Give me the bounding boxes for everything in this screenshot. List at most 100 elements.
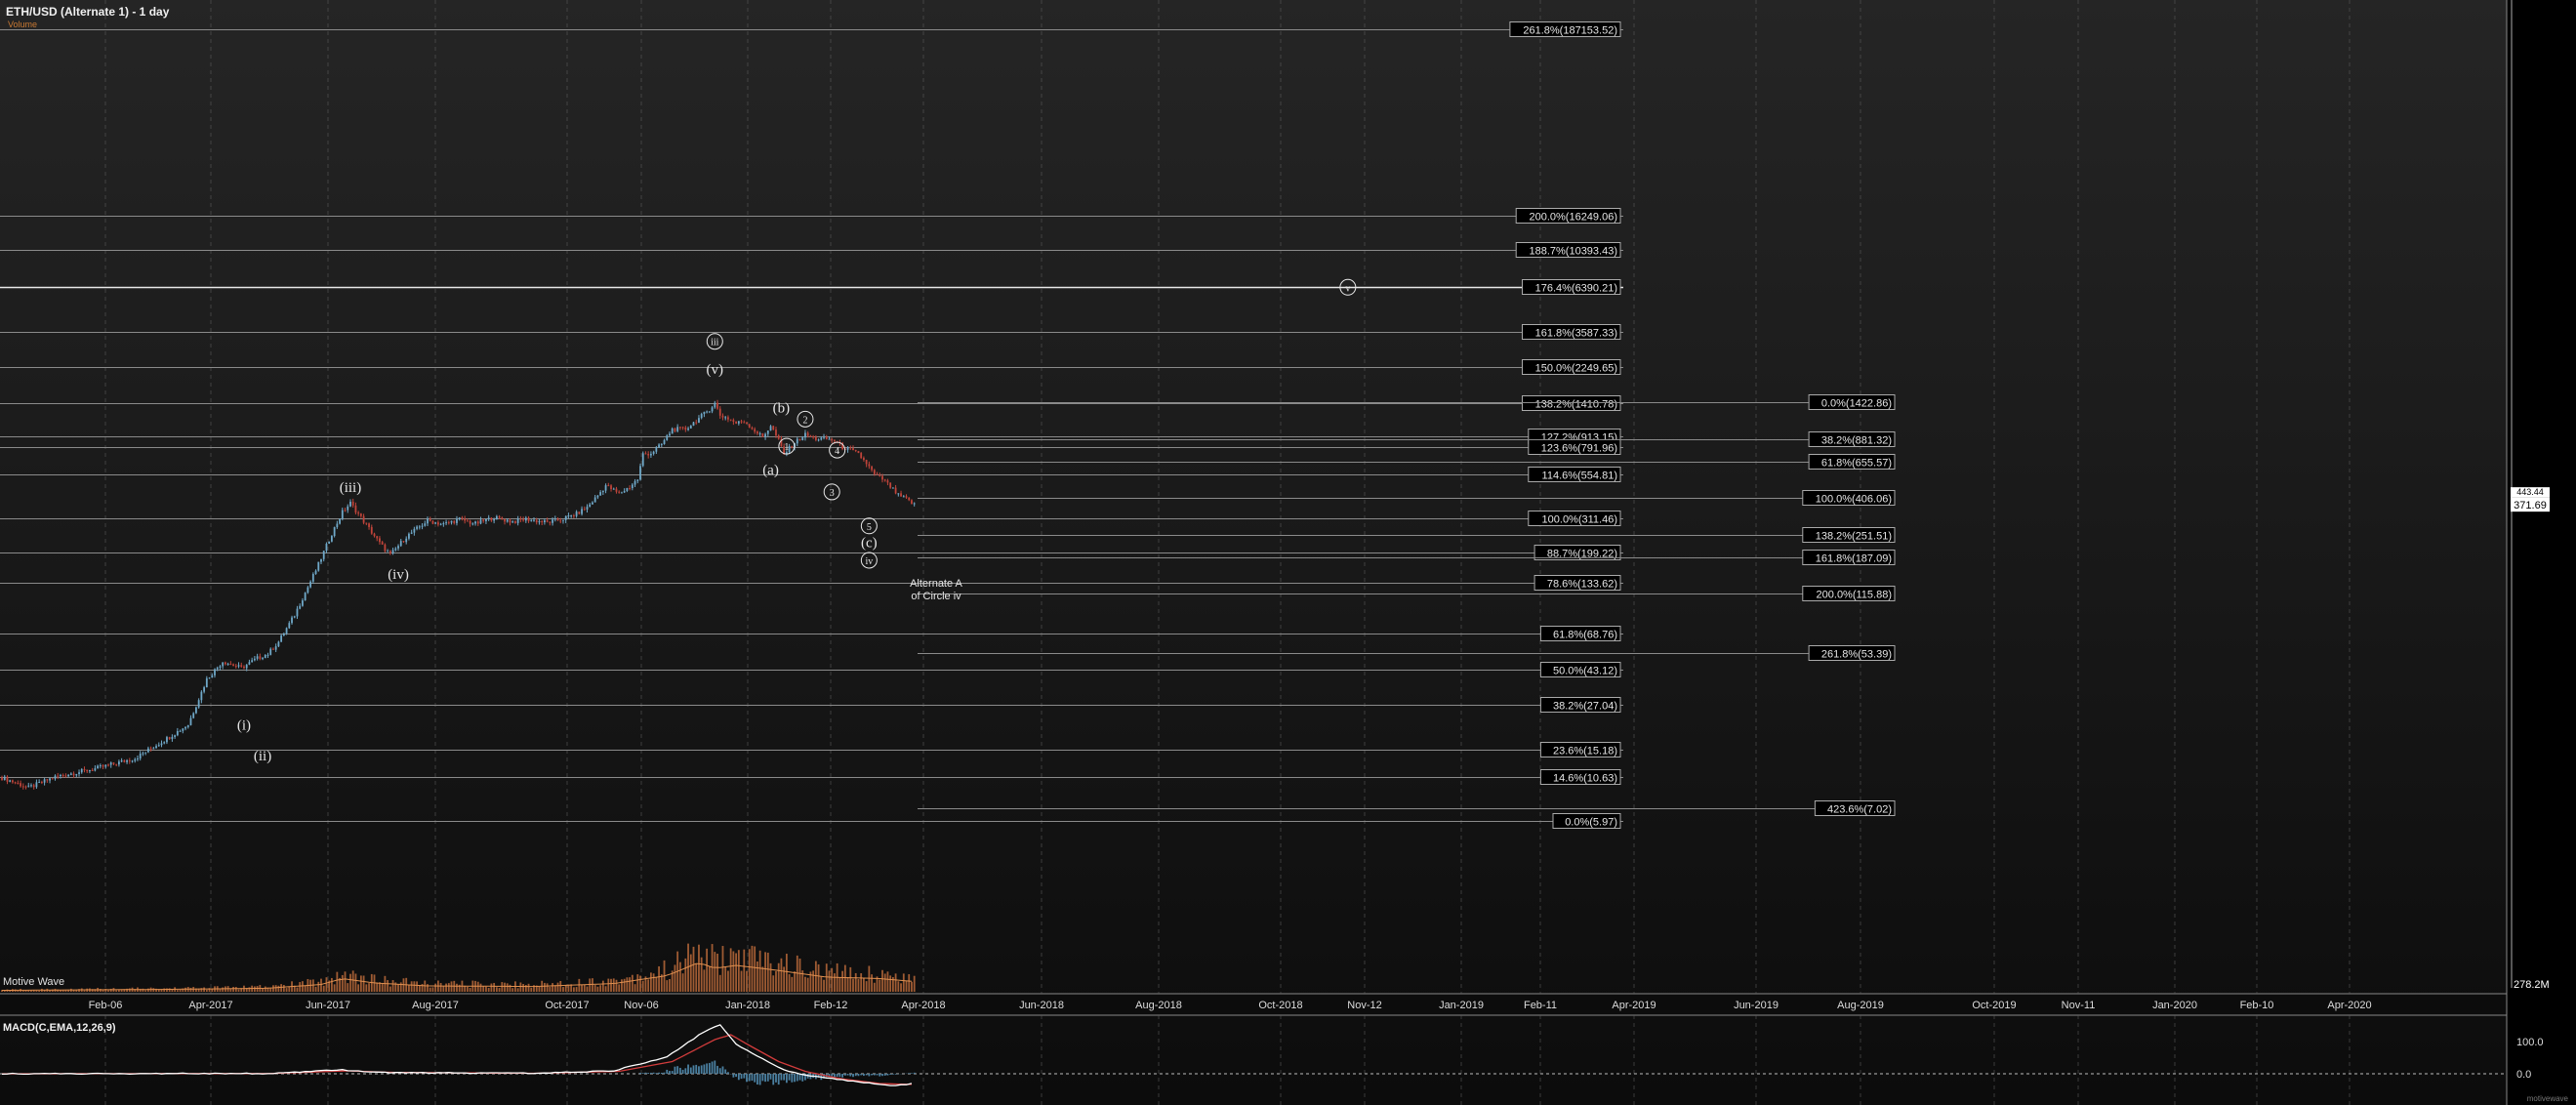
candle-body <box>309 581 311 588</box>
candle-body <box>549 521 552 523</box>
wave-label-15: v <box>1345 283 1350 294</box>
candle-body <box>678 427 681 429</box>
candle-body <box>572 515 575 517</box>
candle-body <box>97 765 99 769</box>
candle-body <box>493 519 496 521</box>
candle-body <box>689 426 692 429</box>
candle-body <box>102 765 104 767</box>
macd-hist-bar <box>831 1074 834 1077</box>
candle-body <box>660 443 663 445</box>
candle-body <box>727 417 729 420</box>
macd-hist-bar <box>684 1068 687 1074</box>
candle-body <box>796 438 798 444</box>
candle-body <box>586 507 589 511</box>
macd-hist-bar <box>775 1074 777 1083</box>
candle-body <box>708 411 711 413</box>
candle-body <box>650 453 652 456</box>
volume-bar <box>751 945 754 992</box>
candle-body <box>251 660 254 663</box>
candle-body <box>3 776 6 780</box>
volume-bar <box>325 977 328 992</box>
candle-body <box>38 782 41 784</box>
macd-hist-bar <box>761 1074 764 1082</box>
macd-hist-bar <box>908 1073 911 1074</box>
macd-hist-bar <box>671 1071 674 1074</box>
volume-bar <box>431 987 434 992</box>
volume-bar <box>203 987 205 992</box>
candle-body <box>538 520 541 523</box>
volume-bar <box>495 987 498 992</box>
candle-body <box>176 730 179 736</box>
candle-body <box>775 430 777 436</box>
candle-body <box>365 522 368 524</box>
macd-hist-bar <box>660 1072 663 1074</box>
volume-bar <box>897 981 900 992</box>
volume-bar <box>387 980 389 992</box>
candle-body <box>514 521 516 523</box>
volume-bar <box>706 948 709 992</box>
candle-body <box>828 438 831 440</box>
volume-bar <box>493 982 496 992</box>
macd-hist-bar <box>769 1074 772 1080</box>
volume-bar <box>629 977 631 992</box>
candle-body <box>336 523 339 528</box>
macd-axis-label-100: 100.0 <box>2516 1037 2544 1048</box>
wave-label-4: iii <box>711 338 719 348</box>
volume-bar <box>83 990 86 992</box>
volume-bar <box>806 977 809 992</box>
candle-body <box>860 453 863 459</box>
volume-bar <box>879 979 881 992</box>
volume-bar <box>288 987 291 992</box>
candle-body <box>900 493 902 497</box>
candle-body <box>535 519 538 523</box>
volume-bar <box>658 965 660 992</box>
volume-bar <box>413 981 416 992</box>
macd-hist-bar <box>692 1065 695 1074</box>
volume-bar <box>714 952 716 992</box>
candle-body <box>479 519 482 524</box>
candle-body <box>618 491 621 493</box>
volume-bar <box>144 990 147 992</box>
candle-body <box>706 411 709 413</box>
candles <box>1 399 916 790</box>
candle-body <box>253 658 256 661</box>
volume-bar <box>564 984 567 992</box>
candle-body <box>758 432 761 434</box>
candle-body <box>120 760 123 762</box>
x-tick-label-0: Feb-06 <box>89 1000 123 1011</box>
candle-body <box>109 762 112 765</box>
candle-body <box>891 487 894 489</box>
volume-bar <box>439 982 442 992</box>
candle-body <box>307 587 309 593</box>
macd-hist-bar <box>740 1074 743 1080</box>
candle-body <box>431 520 434 524</box>
candle-body <box>203 687 205 692</box>
volume-bar <box>282 984 285 992</box>
candle-body <box>399 541 402 547</box>
volume-bar <box>905 980 908 992</box>
candle-body <box>490 517 493 521</box>
volume-bar <box>344 971 347 992</box>
volume-bar <box>416 981 418 992</box>
candle-body <box>623 490 626 493</box>
volume-bar <box>831 967 834 992</box>
x-tick-label-7: Feb-12 <box>814 1000 848 1011</box>
volume-bar <box>692 946 695 992</box>
candle-body <box>21 786 24 788</box>
candle-body <box>581 509 583 514</box>
candle-body <box>17 782 20 784</box>
macd-hist-bar <box>889 1074 892 1075</box>
candle-body <box>533 519 535 521</box>
chart-canvas: Feb-06 Apr-2017 Jun-2017 Aug-2017 Oct-2017 No… <box>0 0 2576 1105</box>
candle-body <box>277 641 280 647</box>
macd-hist-bar <box>796 1074 798 1082</box>
volume-bar <box>64 990 67 992</box>
candle-body <box>341 510 344 519</box>
candle-body <box>134 758 137 761</box>
candle-body <box>820 437 823 440</box>
macd-hist-bar <box>743 1074 746 1079</box>
candle-body <box>20 783 21 787</box>
candle-body <box>391 550 394 553</box>
candle-body <box>381 542 384 545</box>
fib1-label-15: 38.2%(27.04) <box>1553 701 1617 713</box>
